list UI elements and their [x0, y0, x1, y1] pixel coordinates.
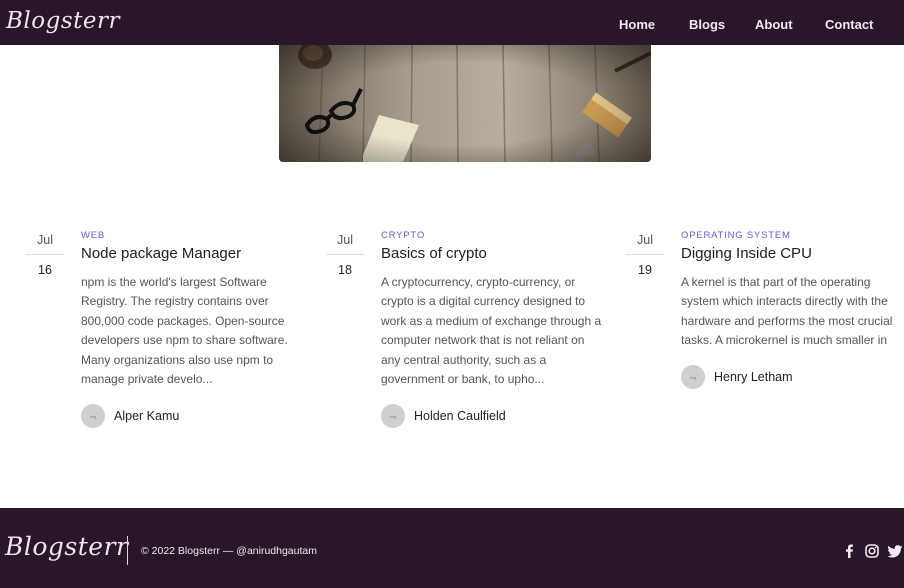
- author-name: Henry Letham: [714, 370, 793, 384]
- blog-card[interactable]: Jul 19 OPERATING SYSTEM Digging Inside C…: [626, 230, 904, 440]
- hero-image: [279, 45, 651, 162]
- post-date: Jul 16: [26, 230, 64, 277]
- author-avatar: img: [81, 404, 105, 429]
- nav-blogs-link[interactable]: Blogs: [689, 17, 725, 32]
- footer-logo[interactable]: Blogsterr: [5, 532, 129, 561]
- author-name: Alper Kamu: [114, 409, 180, 424]
- post-excerpt: A kernel is that part of the operating s…: [681, 275, 893, 348]
- author-avatar: img: [381, 404, 405, 429]
- post-excerpt: A cryptocurrency, crypto-currency, or cr…: [381, 275, 602, 387]
- post-category[interactable]: OPERATING SYSTEM: [681, 230, 904, 241]
- author-avatar: img: [681, 365, 705, 389]
- footer-divider: [127, 536, 128, 565]
- facebook-icon[interactable]: [840, 543, 858, 559]
- post-date: Jul 18: [326, 230, 364, 277]
- post-category[interactable]: CRYPTO: [381, 230, 621, 241]
- post-title[interactable]: Digging Inside CPU: [681, 245, 904, 262]
- post-author[interactable]: img Holden Caulfield: [381, 404, 621, 429]
- desk-photo: [279, 45, 651, 162]
- post-date: Jul 19: [626, 230, 664, 277]
- post-day: 18: [338, 263, 352, 277]
- nav-contact-link[interactable]: Contact: [825, 17, 873, 32]
- post-body: CRYPTO Basics of crypto A cryptocurrency…: [381, 230, 621, 429]
- twitter-icon[interactable]: [886, 543, 904, 559]
- post-title[interactable]: Basics of crypto: [381, 245, 621, 262]
- blog-card[interactable]: Jul 16 WEB Node package Manager npm is t…: [26, 230, 316, 440]
- post-day: 16: [38, 263, 52, 277]
- nav-home-link[interactable]: Home: [619, 17, 655, 32]
- post-title[interactable]: Node package Manager: [81, 245, 321, 262]
- post-author[interactable]: img Henry Letham: [681, 365, 904, 389]
- post-author[interactable]: img Alper Kamu: [81, 404, 321, 429]
- post-month: Jul: [26, 230, 64, 255]
- site-footer: Blogsterr © 2022 Blogsterr — @anirudhgau…: [0, 508, 904, 588]
- post-month: Jul: [626, 230, 664, 255]
- post-body: OPERATING SYSTEM Digging Inside CPU A ke…: [681, 230, 904, 389]
- instagram-icon[interactable]: [863, 543, 881, 559]
- post-body: WEB Node package Manager npm is the worl…: [81, 230, 321, 429]
- post-month: Jul: [326, 230, 364, 255]
- blog-card[interactable]: Jul 18 CRYPTO Basics of crypto A cryptoc…: [326, 230, 616, 440]
- site-header: Blogsterr Home Blogs About Contact: [0, 0, 904, 45]
- social-links: [835, 543, 904, 559]
- copyright-text: © 2022 Blogsterr — @anirudhgautam: [141, 545, 317, 557]
- site-logo[interactable]: Blogsterr: [6, 8, 120, 34]
- post-day: 19: [638, 263, 652, 277]
- post-category[interactable]: WEB: [81, 230, 321, 241]
- nav-about-link[interactable]: About: [755, 17, 793, 32]
- post-excerpt: npm is the world's largest Software Regi…: [81, 275, 288, 387]
- author-name: Holden Caulfield: [414, 409, 506, 424]
